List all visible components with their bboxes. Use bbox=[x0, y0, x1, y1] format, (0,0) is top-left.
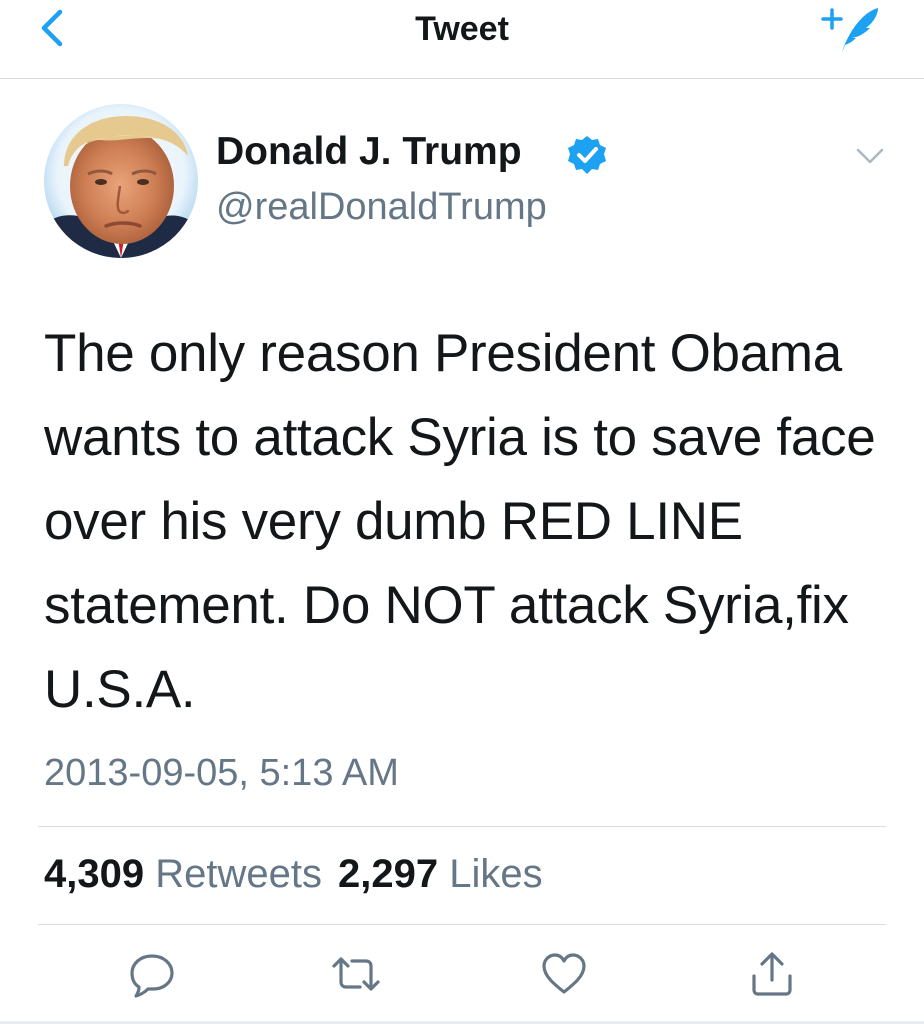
like-button[interactable] bbox=[540, 950, 588, 998]
tweet-stats: 4,309 Retweets 2,297 Likes bbox=[44, 852, 559, 897]
like-icon bbox=[542, 953, 586, 994]
likes-label: Likes bbox=[449, 852, 543, 896]
divider bbox=[38, 924, 886, 925]
share-button[interactable] bbox=[748, 950, 796, 998]
chevron-down-icon bbox=[856, 148, 884, 164]
nav-bar: Tweet bbox=[0, 0, 924, 79]
author-name[interactable]: Donald J. Trump bbox=[216, 130, 522, 174]
compose-tweet-icon bbox=[821, 8, 878, 52]
retweet-button[interactable] bbox=[330, 950, 380, 998]
compose-tweet-button[interactable] bbox=[820, 4, 882, 56]
verified-badge-icon bbox=[566, 134, 608, 176]
reply-button[interactable] bbox=[128, 950, 176, 998]
likes-count: 2,297 bbox=[337, 852, 439, 896]
retweets-count: 4,309 bbox=[44, 852, 145, 896]
retweets-label: Retweets bbox=[155, 852, 322, 896]
divider bbox=[38, 826, 886, 827]
likes-stat[interactable]: 2,297 Likes bbox=[338, 852, 559, 896]
author-handle[interactable]: @realDonaldTrump bbox=[216, 186, 547, 229]
page-title: Tweet bbox=[415, 10, 509, 48]
retweet-icon bbox=[332, 957, 380, 991]
tweet-text: The only reason President Obama wants to… bbox=[44, 324, 876, 719]
avatar[interactable] bbox=[44, 104, 198, 258]
tweet-timestamp: 2013-09-05, 5:13 AM bbox=[44, 752, 399, 794]
share-icon bbox=[752, 952, 792, 996]
more-options-button[interactable] bbox=[854, 144, 886, 168]
profile-photo bbox=[44, 104, 198, 258]
reply-icon bbox=[130, 954, 174, 998]
retweets-stat[interactable]: 4,309 Retweets bbox=[44, 852, 338, 896]
